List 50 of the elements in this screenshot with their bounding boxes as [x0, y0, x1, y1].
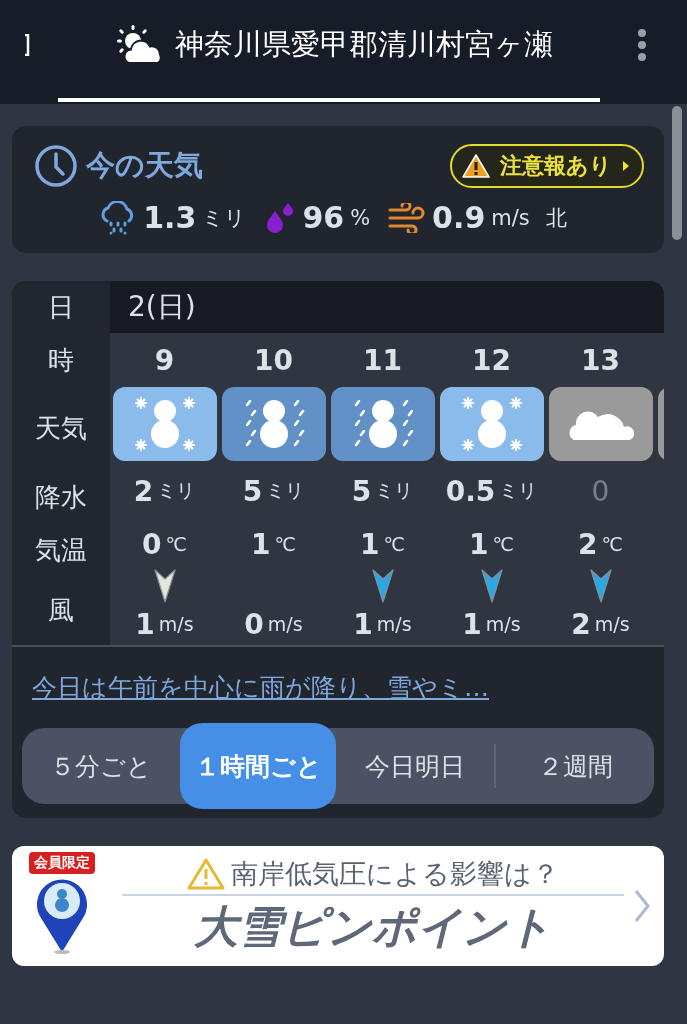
wind-direction: 北 [545, 204, 567, 232]
hour-text: 13 [581, 342, 620, 379]
banner-headline: 南岸低気圧による影響は？ [231, 856, 559, 891]
clock-icon [34, 144, 78, 188]
interval-tab[interactable]: 今日明日 [336, 728, 494, 804]
scrollbar[interactable] [672, 106, 682, 240]
interval-tab[interactable]: １時間ごと [180, 723, 336, 809]
precipitation-unit: ミリ [202, 204, 247, 232]
temperature-cell-text: 2℃ [578, 526, 623, 563]
precipitation-cell-text: 0 [591, 473, 610, 510]
banner-title: 大雪ピンポイント [194, 899, 552, 954]
row-label: 降水 [35, 480, 87, 514]
wind-speed-cell-text: 0 m/s [244, 606, 303, 643]
hour-text: 10 [254, 342, 293, 379]
humidity-value: 96 [302, 200, 345, 235]
hour-text: 9 [154, 342, 175, 379]
wind-speed-cell-text: 1 m/s [462, 606, 521, 643]
members-badge: 会員限定 [29, 852, 95, 874]
caret-icon [622, 161, 630, 171]
row-label: 日 [48, 290, 74, 324]
wind-speed-unit: m/s [491, 205, 530, 230]
wind-speed-cell-text: 1 m/s [353, 606, 412, 643]
edge-mark-icon[interactable] [24, 34, 30, 56]
temperature-cell-text: 1℃ [360, 526, 405, 563]
humidity-unit: % [350, 205, 371, 230]
wind-icon [388, 202, 427, 233]
more-menu-icon[interactable] [637, 28, 647, 62]
row-label: 風 [48, 593, 74, 627]
forecast-summary-link[interactable]: 今日は午前を中心に雨が降り、雪やミ… [32, 671, 489, 704]
wind-speed-value: 0.9 [432, 200, 486, 235]
alert-button[interactable]: 注意報あり [450, 144, 644, 188]
chevron-right-icon [634, 889, 650, 923]
temperature-cell-text: 1℃ [251, 526, 296, 563]
interval-tab[interactable]: ２週間 [496, 728, 654, 804]
wind-speed-cell-text: 1 m/s [135, 606, 194, 643]
row-label: 気温 [35, 533, 87, 567]
wind-speed-cell-text: 2 m/s [571, 606, 630, 643]
temperature-cell-text: 1℃ [469, 526, 514, 563]
row-label: 天気 [35, 411, 87, 445]
row-label: 時 [48, 343, 74, 377]
hour-text: 12 [472, 342, 511, 379]
temperature-cell-text: 0℃ [142, 526, 187, 563]
current-weather-title: 今の天気 [86, 147, 203, 184]
precipitation-value: 1.3 [143, 200, 197, 235]
warning-icon [187, 857, 225, 890]
warning-icon [462, 154, 490, 178]
interval-tab[interactable]: ５分ごと [22, 728, 180, 804]
hour-text: 11 [363, 342, 402, 379]
promo-banner[interactable]: 会員限定 南岸低気圧による影響は？ 大雪ピンポイント [12, 846, 664, 966]
date-text: 2(日) [128, 289, 196, 325]
